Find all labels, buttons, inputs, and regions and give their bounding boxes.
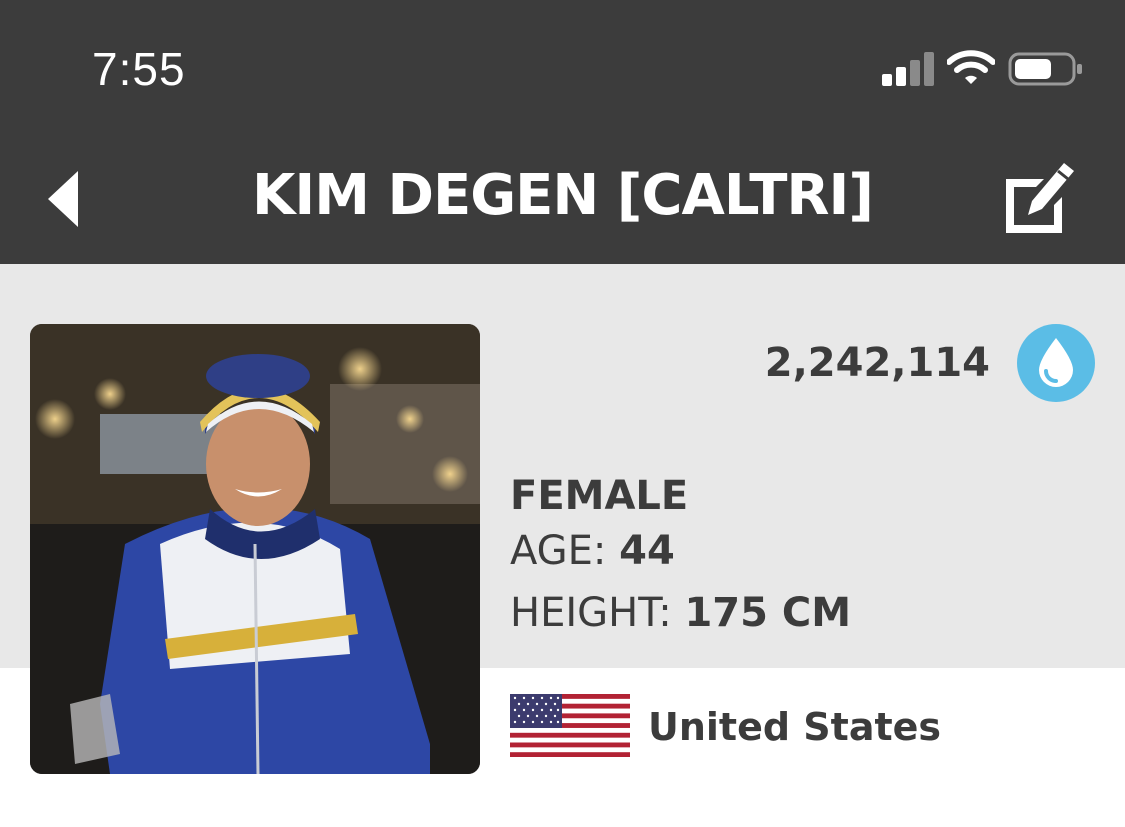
wifi-icon [947, 50, 995, 84]
water-drop-icon [1017, 324, 1095, 402]
status-bar: 7:55 [0, 0, 1125, 125]
height-label: HEIGHT: [510, 590, 672, 636]
athlete-photo [30, 324, 480, 774]
age-row: AGE: 44 [510, 528, 675, 574]
age-value: 44 [619, 528, 675, 574]
cellular-signal-icon [882, 52, 934, 86]
country-name: United States [648, 705, 942, 749]
nav-bar: KIM DEGEN [CALTRI] [0, 125, 1125, 264]
gender-label: FEMALE [510, 473, 689, 519]
page-title: KIM DEGEN [CALTRI] [252, 163, 874, 228]
age-label: AGE: [510, 528, 607, 574]
points-value: 2,242,114 [764, 340, 990, 386]
height-row: HEIGHT: 175 CM [510, 590, 851, 636]
edit-icon[interactable] [1000, 157, 1080, 237]
status-time: 7:55 [92, 43, 186, 95]
height-value: 175 CM [684, 590, 852, 636]
battery-icon [1008, 52, 1082, 86]
us-flag-icon [510, 694, 630, 757]
